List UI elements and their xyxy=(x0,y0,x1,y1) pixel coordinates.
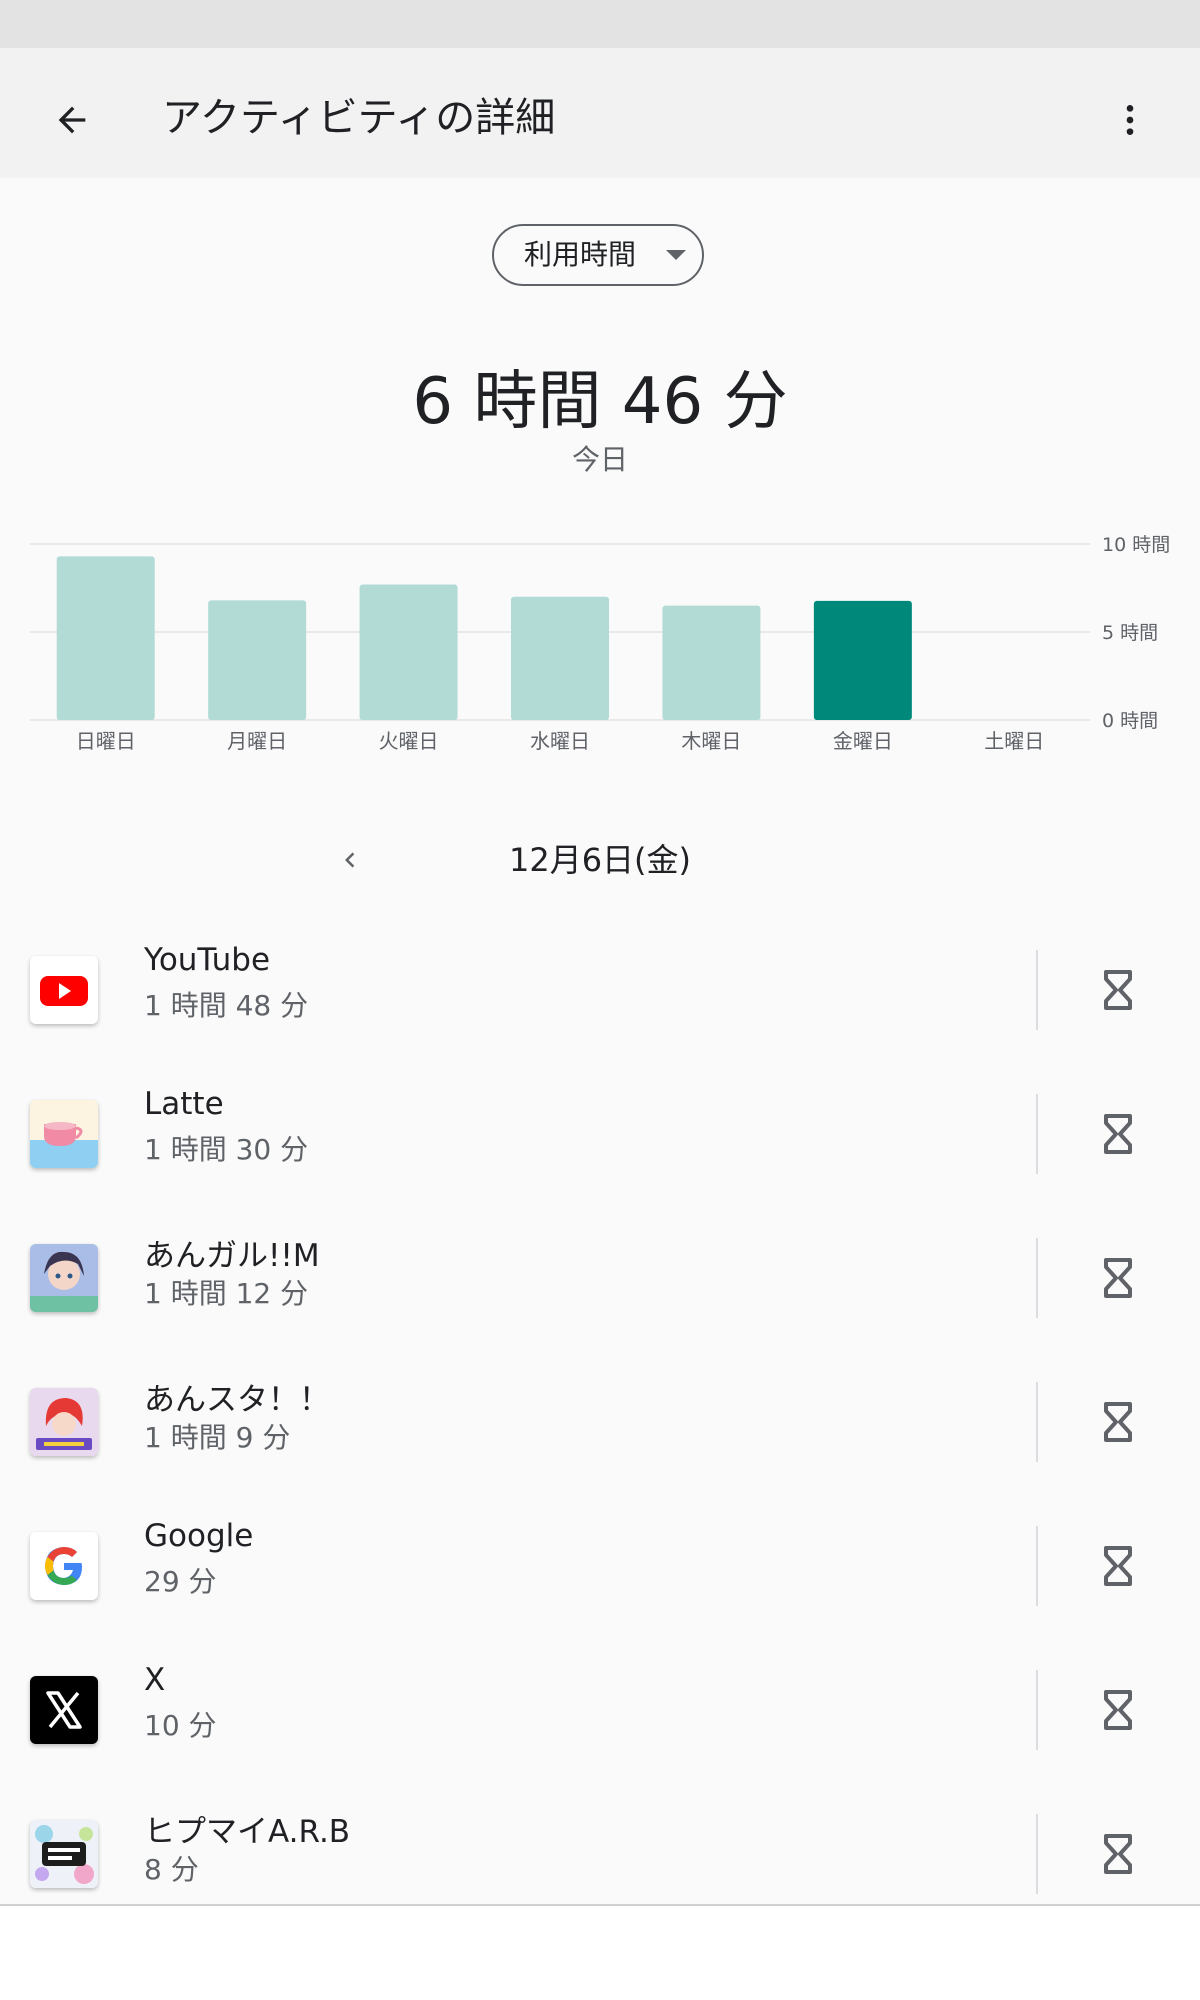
status-bar xyxy=(0,0,1200,48)
app-usage-time: 1 時間 9 分 xyxy=(144,1421,291,1454)
app-name: あんスタ！！ xyxy=(144,1382,330,1418)
app-name: X xyxy=(144,1662,166,1698)
previous-day-button[interactable] xyxy=(318,828,382,892)
app-name: あんガル!!M xyxy=(144,1238,320,1274)
arrow-back-icon xyxy=(58,106,86,134)
total-usage-time: 6 時間 46 分 xyxy=(412,365,788,439)
google-icon xyxy=(30,1532,98,1600)
app-usage-time: 1 時間 30 分 xyxy=(144,1133,309,1166)
metric-dropdown[interactable]: 利用時間 xyxy=(492,224,704,286)
chart-y-tick-label: 0 時間 xyxy=(1102,710,1158,732)
back-button[interactable] xyxy=(40,88,104,152)
dropdown-arrow-icon xyxy=(666,250,686,260)
bottom-area xyxy=(0,1906,1200,2000)
hourglass-icon xyxy=(1104,1258,1132,1298)
chart-bar[interactable] xyxy=(359,584,458,720)
app-timer-button[interactable] xyxy=(1086,1242,1150,1314)
hourglass-icon xyxy=(1104,1690,1132,1730)
list-item[interactable]: Google 29 分 xyxy=(0,1496,1200,1640)
chart-x-tick-label: 水曜日 xyxy=(530,729,590,753)
chevron-left-icon xyxy=(345,852,355,868)
app-usage-time: 10 分 xyxy=(144,1709,217,1742)
app-usage-list: YouTube 1 時間 48 分 Latte 1 時間 30 分 あんガル!!… xyxy=(0,920,1200,1928)
app-usage-time: 1 時間 48 分 xyxy=(144,989,309,1022)
hourglass-icon xyxy=(1104,1402,1132,1442)
app-timer-button[interactable] xyxy=(1086,1818,1150,1890)
ansuta-icon xyxy=(30,1388,98,1456)
divider xyxy=(1036,1814,1038,1894)
hourglass-icon xyxy=(1104,1834,1132,1874)
divider xyxy=(1036,1382,1038,1462)
hourglass-icon xyxy=(1104,1546,1132,1586)
chart-x-tick-label: 土曜日 xyxy=(984,729,1044,753)
chart-x-tick-label: 火曜日 xyxy=(379,729,439,753)
page-title: アクティビティの詳細 xyxy=(162,95,556,141)
divider xyxy=(1036,1526,1038,1606)
chart-x-tick-label: 日曜日 xyxy=(76,729,136,753)
divider xyxy=(1036,1238,1038,1318)
app-timer-button[interactable] xyxy=(1086,954,1150,1026)
chart-bar[interactable] xyxy=(208,600,307,720)
hourglass-icon xyxy=(1104,1114,1132,1154)
app-name: YouTube xyxy=(144,942,271,978)
divider xyxy=(1036,950,1038,1030)
chart-y-tick-label: 5 時間 xyxy=(1102,622,1158,644)
total-usage-period: 今日 xyxy=(571,443,628,476)
list-item[interactable]: X 10 分 xyxy=(0,1640,1200,1784)
chart-x-tick-label: 金曜日 xyxy=(833,729,893,753)
app-name: Latte xyxy=(144,1086,224,1122)
chart-x-tick-label: 月曜日 xyxy=(227,729,287,753)
hourglass-icon xyxy=(1104,970,1132,1010)
list-item[interactable]: YouTube 1 時間 48 分 xyxy=(0,920,1200,1064)
app-timer-button[interactable] xyxy=(1086,1530,1150,1602)
list-item[interactable]: あんスタ！！ 1 時間 9 分 xyxy=(0,1352,1200,1496)
divider xyxy=(1036,1094,1038,1174)
chart-y-tick-label: 10 時間 xyxy=(1102,534,1170,556)
x-icon xyxy=(30,1676,98,1744)
hypmic-icon xyxy=(30,1820,98,1888)
chart-bar[interactable] xyxy=(662,605,761,720)
app-usage-time: 29 分 xyxy=(144,1565,217,1598)
app-timer-button[interactable] xyxy=(1086,1098,1150,1170)
chart-bar[interactable] xyxy=(813,600,912,720)
youtube-icon xyxy=(30,956,98,1024)
list-item[interactable]: Latte 1 時間 30 分 xyxy=(0,1064,1200,1208)
app-usage-time: 1 時間 12 分 xyxy=(144,1277,309,1310)
metric-dropdown-label: 利用時間 xyxy=(524,238,637,271)
chart-x-tick-label: 木曜日 xyxy=(681,729,741,753)
more-vert-icon xyxy=(1126,105,1134,135)
app-name: ヒプマイA.R.B xyxy=(144,1814,351,1850)
latte-icon xyxy=(30,1100,98,1168)
app-timer-button[interactable] xyxy=(1086,1386,1150,1458)
more-options-button[interactable] xyxy=(1098,88,1162,152)
list-item[interactable]: あんガル!!M 1 時間 12 分 xyxy=(0,1208,1200,1352)
app-usage-time: 8 分 xyxy=(144,1853,199,1886)
current-date: 12月6日(金) xyxy=(508,841,692,879)
app-name: Google xyxy=(144,1518,254,1554)
app-timer-button[interactable] xyxy=(1086,1674,1150,1746)
anngaru-icon xyxy=(30,1244,98,1312)
usage-bar-chart: 10 時間 5 時間 0 時間日曜日 月曜日 火曜日 水曜日 木曜日 金曜日 土曜日 xyxy=(30,534,1170,753)
divider xyxy=(1036,1670,1038,1750)
date-navigation: 12月6日(金) xyxy=(0,820,1200,900)
app-bar: アクティビティの詳細 xyxy=(0,48,1200,178)
chart-bar[interactable] xyxy=(56,556,155,720)
chart-bar[interactable] xyxy=(511,596,609,720)
